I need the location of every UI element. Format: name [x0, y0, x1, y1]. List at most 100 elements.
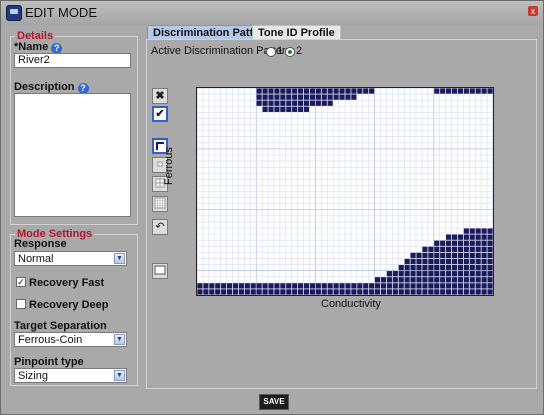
pattern-cell-filled[interactable] [333, 94, 339, 100]
brush-4x4-icon[interactable] [152, 196, 168, 212]
pattern-cell-filled[interactable] [203, 289, 209, 295]
pattern-cell-filled[interactable] [309, 94, 315, 100]
pattern-cell-filled[interactable] [481, 258, 487, 265]
pattern-cell-filled[interactable] [434, 283, 440, 289]
pattern-cell-filled[interactable] [446, 252, 452, 259]
pattern-cell-filled[interactable] [451, 271, 458, 277]
pattern-cell-filled[interactable] [404, 283, 410, 289]
pattern-cell-filled[interactable] [457, 271, 463, 277]
pattern-cell-filled[interactable] [428, 246, 434, 252]
pattern-cell-filled[interactable] [463, 228, 469, 234]
pattern-cell-filled[interactable] [410, 252, 416, 259]
pattern-cell-filled[interactable] [386, 283, 392, 289]
pattern-cell-filled[interactable] [303, 106, 310, 112]
pattern-cell-filled[interactable] [303, 283, 310, 289]
pattern-cell-filled[interactable] [475, 246, 481, 252]
pattern-cell-filled[interactable] [434, 271, 440, 277]
pattern-cell-filled[interactable] [451, 88, 458, 94]
pattern-cell-filled[interactable] [286, 289, 292, 295]
pattern-cell-filled[interactable] [481, 289, 487, 295]
pattern-cell-filled[interactable] [487, 289, 493, 295]
pattern-cell-filled[interactable] [428, 277, 434, 283]
pattern-cell-filled[interactable] [309, 100, 315, 106]
pattern-cell-filled[interactable] [463, 271, 469, 277]
pattern-cell-filled[interactable] [280, 100, 286, 106]
pattern-cell-filled[interactable] [475, 271, 481, 277]
chevron-down-icon[interactable]: ▼ [114, 370, 125, 381]
pattern-cell-filled[interactable] [463, 246, 469, 252]
pattern-cell-filled[interactable] [298, 283, 304, 289]
pattern-cell-filled[interactable] [469, 264, 475, 271]
pattern-cell-filled[interactable] [440, 264, 446, 271]
pattern-cell-filled[interactable] [428, 283, 434, 289]
pattern-cell-filled[interactable] [481, 88, 487, 94]
pattern-cell-filled[interactable] [469, 277, 475, 283]
pattern-cell-filled[interactable] [469, 246, 475, 252]
pattern-cell-filled[interactable] [487, 277, 493, 283]
pattern-cell-filled[interactable] [268, 94, 274, 100]
pattern-cell-filled[interactable] [440, 283, 446, 289]
pattern-cell-filled[interactable] [375, 283, 381, 289]
pattern-cell-filled[interactable] [232, 283, 239, 289]
pattern-cell-filled[interactable] [428, 289, 434, 295]
pattern-cell-filled[interactable] [481, 234, 487, 240]
pattern-cell-filled[interactable] [197, 283, 203, 289]
name-input[interactable]: River2 [14, 53, 131, 68]
pattern-cell-filled[interactable] [315, 289, 321, 295]
pattern-cell-filled[interactable] [416, 277, 422, 283]
pattern-cell-filled[interactable] [440, 258, 446, 265]
pattern-cell-filled[interactable] [375, 277, 381, 283]
pattern-cell-filled[interactable] [298, 106, 304, 112]
pattern-cell-filled[interactable] [274, 106, 280, 112]
pattern-cell-filled[interactable] [481, 271, 487, 277]
pattern-cell-filled[interactable] [380, 283, 387, 289]
pattern-cell-filled[interactable] [357, 289, 363, 295]
pattern-cell-filled[interactable] [434, 252, 440, 259]
pattern-cell-filled[interactable] [256, 283, 262, 289]
pattern-cell-filled[interactable] [262, 106, 268, 112]
recovery-deep-checkbox[interactable] [16, 299, 26, 309]
pattern-cell-filled[interactable] [457, 88, 463, 94]
pattern-cell-filled[interactable] [422, 246, 428, 252]
pattern-cell-filled[interactable] [434, 88, 440, 94]
pattern-cell-filled[interactable] [451, 289, 458, 295]
pattern-cell-filled[interactable] [434, 240, 440, 246]
pattern-cell-filled[interactable] [404, 264, 410, 271]
pattern-cell-filled[interactable] [339, 94, 345, 100]
pattern-cell-filled[interactable] [440, 277, 446, 283]
pattern-cell-filled[interactable] [209, 283, 215, 289]
pattern-cell-filled[interactable] [268, 289, 274, 295]
pattern-cell-filled[interactable] [262, 100, 268, 106]
pattern-cell-filled[interactable] [357, 88, 363, 94]
pattern-cell-filled[interactable] [298, 289, 304, 295]
pattern-cell-filled[interactable] [487, 252, 493, 259]
pattern-cell-filled[interactable] [457, 234, 463, 240]
pattern-cell-filled[interactable] [392, 277, 398, 283]
pattern-cell-filled[interactable] [262, 94, 268, 100]
pattern-cell-filled[interactable] [209, 289, 215, 295]
pattern-cell-filled[interactable] [274, 94, 280, 100]
pattern-cell-filled[interactable] [457, 277, 463, 283]
pattern-cell-filled[interactable] [434, 289, 440, 295]
chevron-down-icon[interactable]: ▼ [114, 334, 125, 345]
pattern-cell-filled[interactable] [321, 289, 327, 295]
pattern-cell-filled[interactable] [463, 277, 469, 283]
pattern-cell-filled[interactable] [221, 283, 227, 289]
pattern-cell-filled[interactable] [451, 252, 458, 259]
pattern-cell-filled[interactable] [451, 264, 458, 271]
apply-check-icon[interactable]: ✔ [152, 106, 168, 122]
pattern-cell-filled[interactable] [280, 94, 286, 100]
pattern-cell-filled[interactable] [398, 283, 404, 289]
pattern-cell-filled[interactable] [268, 106, 274, 112]
pattern-cell-filled[interactable] [428, 271, 434, 277]
pattern-cell-filled[interactable] [244, 289, 250, 295]
pattern-cell-filled[interactable] [416, 252, 422, 259]
pattern-cell-filled[interactable] [369, 289, 375, 295]
pattern-cell-filled[interactable] [292, 289, 298, 295]
pattern-cell-filled[interactable] [440, 289, 446, 295]
pattern-cell-filled[interactable] [303, 289, 310, 295]
pattern-cell-filled[interactable] [268, 283, 274, 289]
pattern-cell-filled[interactable] [280, 88, 286, 94]
pattern-cell-filled[interactable] [315, 100, 321, 106]
pattern-cell-filled[interactable] [345, 94, 351, 100]
